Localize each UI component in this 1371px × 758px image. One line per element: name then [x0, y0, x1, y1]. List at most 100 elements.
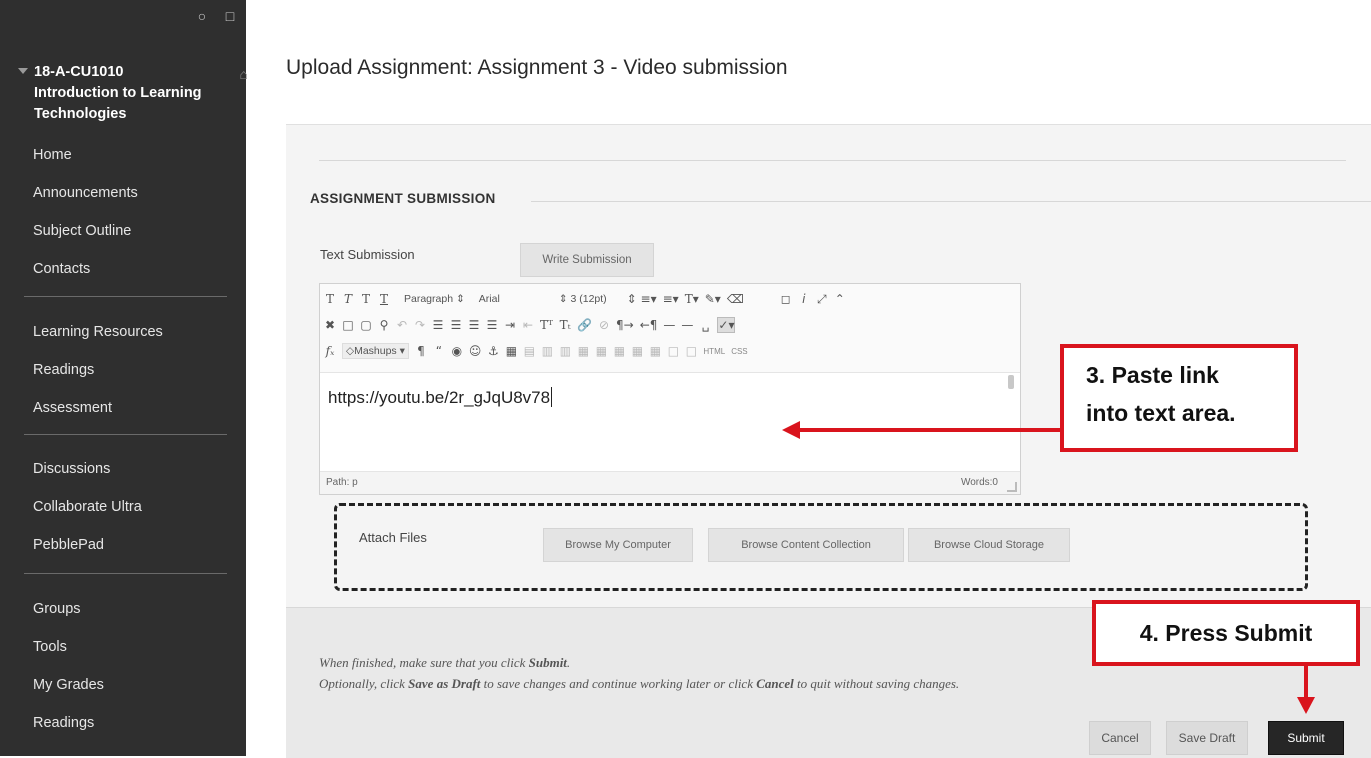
nav-divider — [24, 434, 227, 435]
nav-readings[interactable]: Readings — [33, 351, 163, 389]
text-T-icon[interactable]: T — [360, 292, 372, 306]
cut-icon[interactable]: ✖ — [324, 318, 336, 332]
nav-my-grades[interactable]: My Grades — [33, 666, 104, 704]
indent-icon[interactable]: ⇥ — [504, 318, 516, 332]
submit-button[interactable]: Submit — [1268, 721, 1344, 755]
ltr-icon[interactable]: ¶→ — [616, 318, 634, 332]
text-color-icon[interactable]: T▾ — [685, 292, 699, 306]
write-submission-button[interactable]: Write Submission — [520, 243, 654, 277]
course-code: 18-A-CU1010 — [34, 64, 124, 80]
editor-content[interactable]: https://youtu.be/2r_gJqU8v78 — [328, 387, 553, 408]
folder-icon[interactable]: □ — [222, 8, 238, 24]
info-icon[interactable]: i — [798, 292, 810, 306]
word-count: Words:0 — [960, 477, 998, 488]
link-icon[interactable]: 🔗 — [577, 318, 592, 332]
resize-grip-icon[interactable] — [1007, 482, 1017, 492]
font-family-T-icon[interactable]: T — [324, 292, 336, 306]
paragraph-select[interactable]: Paragraph ⇕ — [404, 293, 465, 305]
nav-readings-2[interactable]: Readings — [33, 704, 104, 742]
css-button[interactable]: CSS — [731, 347, 747, 356]
nav-tools[interactable]: Tools — [33, 628, 104, 666]
align-right-icon[interactable]: ☰ — [468, 318, 480, 332]
anchor-icon[interactable]: ⚓ — [487, 344, 499, 358]
font-select[interactable]: Arial — [479, 293, 549, 305]
size-select[interactable]: ⇕ 3 (12pt) — [559, 293, 607, 305]
collapse-toolbar-icon[interactable]: ⌃ — [834, 292, 846, 306]
cancel-button[interactable]: Cancel — [1089, 721, 1151, 755]
table-merge-icon[interactable]: ▦ — [577, 344, 589, 358]
editor-scrollbar[interactable] — [1008, 375, 1014, 389]
sidebar-top-icons: ○ □ — [194, 8, 238, 24]
path-label: Path: p — [326, 477, 358, 488]
nav-collaborate-ultra[interactable]: Collaborate Ultra — [33, 488, 142, 526]
step-3-line-1: 3. Paste link — [1086, 362, 1219, 388]
bullet-list-icon[interactable]: ⇕ ≡▾ — [627, 292, 657, 306]
page-title: Upload Assignment: Assignment 3 - Video … — [286, 56, 788, 79]
hr-icon[interactable]: — — [681, 318, 693, 332]
formula-icon[interactable]: fₓ — [324, 344, 336, 358]
emoticon-icon[interactable]: ☺ — [469, 344, 482, 358]
superscript-icon[interactable]: Tᵀ — [540, 318, 553, 332]
table-col-icon[interactable]: ▥ — [541, 344, 553, 358]
save-draft-button[interactable]: Save Draft — [1166, 721, 1248, 755]
spellcheck-icon[interactable]: ✓▾ — [717, 317, 736, 333]
nav-groups[interactable]: Groups — [33, 590, 104, 628]
refresh-icon[interactable]: ○ — [194, 8, 210, 24]
table-insert-icon[interactable]: □ — [685, 344, 697, 358]
mashups-select[interactable]: ◇Mashups ▾ — [342, 343, 409, 359]
outdent-icon[interactable]: ⇤ — [522, 318, 534, 332]
toolbar-row-3: fₓ ◇Mashups ▾ ¶ “ ◉ ☺ ⚓ ▦ ▤ ▥ ▥ ▦ ▦ ▦ ▦ … — [324, 340, 748, 362]
highlight-icon[interactable]: ✎▾ — [705, 292, 721, 306]
preview-icon[interactable]: ◻ — [780, 292, 792, 306]
subscript-icon[interactable]: Tₜ — [559, 318, 571, 332]
align-left-icon[interactable]: ☰ — [432, 318, 444, 332]
browse-content-collection-button[interactable]: Browse Content Collection — [708, 528, 904, 562]
eraser-icon[interactable]: ⌫ — [727, 292, 744, 306]
home-icon[interactable]: ⌂ — [240, 64, 248, 85]
special-char-icon[interactable]: ◉ — [451, 344, 463, 358]
redo-icon[interactable]: ↷ — [414, 318, 426, 332]
underline-T-icon[interactable]: T — [378, 292, 390, 306]
nav-announcements[interactable]: Announcements — [33, 174, 138, 212]
table-cell-icon[interactable]: ▥ — [559, 344, 571, 358]
table-cell-props-icon[interactable]: □ — [667, 344, 679, 358]
instruction-line-1: When finished, make sure that you click … — [319, 655, 571, 670]
table-row-props-icon[interactable]: ▦ — [649, 344, 661, 358]
unlink-icon[interactable]: ⊘ — [598, 318, 610, 332]
html-button[interactable]: HTML — [703, 347, 725, 356]
paragraph-mark-icon[interactable]: ¶ — [415, 344, 427, 358]
nav-assessment[interactable]: Assessment — [33, 389, 163, 427]
nav-learning-resources[interactable]: Learning Resources — [33, 313, 163, 351]
nonbreaking-space-icon[interactable]: ␣ — [699, 318, 711, 332]
copy-icon[interactable]: □ — [342, 318, 354, 332]
undo-icon[interactable]: ↶ — [396, 318, 408, 332]
horizontal-rule-icon[interactable]: — — [663, 318, 675, 332]
paste-icon[interactable]: ▢ — [360, 318, 372, 332]
pasted-link-text: https://youtu.be/2r_gJqU8v78 — [328, 388, 551, 407]
nav-contacts[interactable]: Contacts — [33, 250, 138, 288]
table-split-icon[interactable]: ▦ — [595, 344, 607, 358]
align-center-icon[interactable]: ☰ — [450, 318, 462, 332]
fullscreen-icon[interactable]: ⤢ — [816, 292, 828, 307]
numbered-list-icon[interactable]: ≡▾ — [663, 292, 679, 306]
course-title[interactable]: ⌂ 18-A-CU1010 Introduction to Learning T… — [18, 62, 254, 125]
nav-discussions[interactable]: Discussions — [33, 450, 142, 488]
quote-icon[interactable]: “ — [433, 344, 445, 358]
divider-line — [531, 201, 1371, 202]
nav-pebblepad[interactable]: PebblePad — [33, 526, 142, 564]
justify-icon[interactable]: ☰ — [486, 318, 498, 332]
rtl-icon[interactable]: ←¶ — [640, 318, 658, 332]
nav-home[interactable]: Home — [33, 136, 138, 174]
browse-cloud-storage-button[interactable]: Browse Cloud Storage — [908, 528, 1070, 562]
find-icon[interactable]: ⚲ — [378, 318, 390, 332]
table-props-icon[interactable]: ▦ — [631, 344, 643, 358]
table-row-icon[interactable]: ▤ — [523, 344, 535, 358]
nav-subject-outline[interactable]: Subject Outline — [33, 212, 138, 250]
table-icon[interactable]: ▦ — [505, 344, 517, 358]
browse-my-computer-button[interactable]: Browse My Computer — [543, 528, 693, 562]
collapse-triangle-icon[interactable] — [18, 68, 28, 74]
course-name-line1: Introduction to Learning — [34, 85, 202, 101]
italic-T-icon[interactable]: T — [342, 292, 354, 306]
table-delete-icon[interactable]: ▦ — [613, 344, 625, 358]
toolbar-row-2: ✖ □ ▢ ⚲ ↶ ↷ ☰ ☰ ☰ ☰ ⇥ ⇤ Tᵀ Tₜ 🔗 ⊘ ¶→ ←¶ … — [324, 314, 736, 336]
